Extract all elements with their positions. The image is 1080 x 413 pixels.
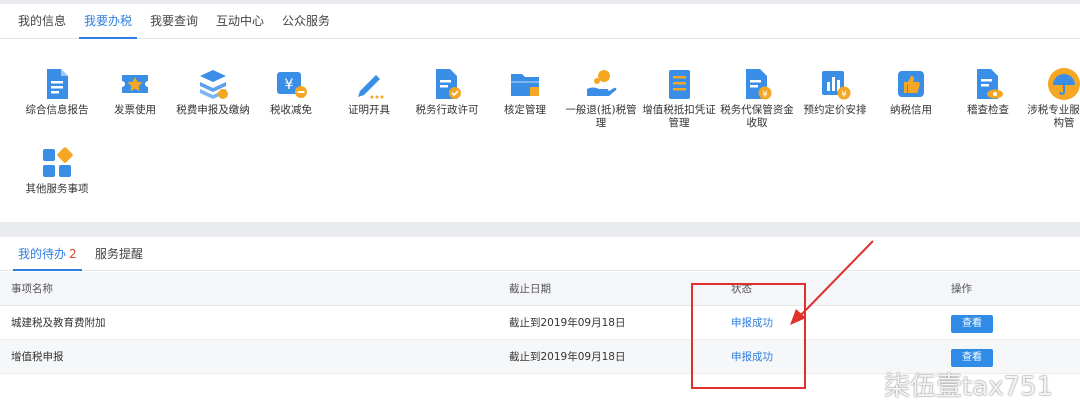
tab-public-service[interactable]: 公众服务 [277, 4, 335, 39]
document-yuan-icon: ¥ [746, 69, 772, 100]
service-vat-voucher[interactable]: 增值税抵扣凭证管理 [641, 67, 717, 130]
service-tax-declaration[interactable]: 税费申报及缴纳 [175, 67, 251, 117]
service-label: 其他服务事项 [25, 183, 89, 195]
service-certificate[interactable]: 证明开具 [331, 67, 407, 117]
folder-icon [511, 74, 539, 96]
service-label: 税费申报及缴纳 [176, 104, 250, 116]
grid-icon [43, 147, 73, 177]
service-label: 稽查检查 [967, 104, 1009, 116]
row-deadline: 截止到2019年09月18日 [509, 317, 626, 329]
row-item-name: 增值税申报 [11, 351, 64, 363]
service-professional-agency[interactable]: 涉税专业服务机构管 [1026, 67, 1080, 130]
watermark: 柒伍壹tax751 [846, 370, 1053, 404]
service-tax-reduction[interactable]: ¥ 税收减免 [253, 67, 329, 117]
hand-coin-icon [587, 70, 617, 96]
tab-query[interactable]: 我要查询 [145, 4, 203, 39]
svg-text:¥: ¥ [285, 77, 294, 93]
service-label: 税务代保管资金收取 [720, 104, 794, 129]
tab-interaction[interactable]: 互动中心 [211, 4, 269, 39]
service-invoice-use[interactable]: 发票使用 [97, 67, 173, 117]
document-icon [47, 69, 68, 99]
service-administrative-license[interactable]: 税务行政许可 [409, 67, 485, 117]
todo-tab-bar: 我的待办 2 服务提醒 [0, 237, 1080, 271]
service-label: 纳税信用 [890, 104, 932, 116]
document-eye-icon [977, 69, 1003, 99]
todo-count-badge: 2 [69, 247, 77, 261]
svg-text:¥: ¥ [841, 90, 847, 100]
service-label: 税收减免 [270, 104, 312, 116]
column-header-status: 状态 [731, 283, 752, 295]
tab-tax-handling[interactable]: 我要办税 [79, 4, 138, 39]
thumbs-up-icon [898, 71, 924, 97]
tab-my-info[interactable]: 我的信息 [13, 4, 71, 39]
service-label: 一般退(抵)税管理 [565, 104, 637, 129]
top-tab-bar: 我的信息 我要办税 我要查询 互动中心 公众服务 [0, 4, 1080, 39]
view-button[interactable]: 查看 [951, 349, 993, 367]
row-status: 申报成功 [731, 351, 773, 363]
service-label: 税务行政许可 [415, 104, 479, 116]
services-panel: 我的信息 我要办税 我要查询 互动中心 公众服务 综合信息报告 发票使用 税费申… [0, 4, 1080, 222]
pen-icon [358, 75, 384, 99]
service-label: 核定管理 [504, 104, 546, 116]
service-tax-refund[interactable]: 一般退(抵)税管理 [563, 67, 639, 130]
tab-my-todo[interactable]: 我的待办 2 [13, 237, 82, 271]
service-tax-credit[interactable]: 纳税信用 [873, 67, 949, 117]
umbrella-icon [1048, 68, 1080, 100]
column-header-deadline: 截止日期 [509, 283, 551, 295]
service-assessment-management[interactable]: 核定管理 [487, 67, 563, 117]
ledger-icon [669, 70, 690, 99]
view-button[interactable]: 查看 [951, 315, 993, 333]
table-row: 增值税申报 截止到2019年09月18日 申报成功 查看 [0, 340, 1080, 374]
column-header-name: 事项名称 [11, 283, 53, 295]
service-label: 发票使用 [114, 104, 156, 116]
service-label: 预约定价安排 [803, 104, 867, 116]
layers-icon [200, 70, 228, 99]
row-status: 申报成功 [731, 317, 773, 329]
yuan-minus-icon: ¥ [277, 72, 307, 98]
weibo-logo-icon [846, 376, 879, 401]
service-advance-pricing[interactable]: ¥ 预约定价安排 [797, 67, 873, 117]
watermark-text: 柒伍壹tax751 [884, 372, 1054, 402]
column-header-action: 操作 [951, 283, 972, 295]
table-header: 事项名称 截止日期 状态 操作 [0, 272, 1080, 306]
row-item-name: 城建税及教育费附加 [11, 317, 106, 329]
tab-service-reminder[interactable]: 服务提醒 [95, 237, 143, 271]
service-other[interactable]: 其他服务事项 [19, 146, 95, 196]
invoice-star-icon [122, 75, 148, 93]
table-row: 城建税及教育费附加 截止到2019年09月18日 申报成功 查看 [0, 306, 1080, 340]
service-comprehensive-report[interactable]: 综合信息报告 [19, 67, 95, 117]
service-label: 增值税抵扣凭证管理 [642, 104, 716, 129]
row-deadline: 截止到2019年09月18日 [509, 351, 626, 363]
service-inspection[interactable]: 稽查检查 [950, 67, 1026, 117]
tab-my-todo-label: 我的待办 [18, 247, 67, 261]
svg-text:¥: ¥ [762, 90, 768, 100]
chart-yuan-icon: ¥ [822, 71, 851, 100]
service-label: 涉税专业服务机构管 [1027, 104, 1080, 129]
service-label: 证明开具 [348, 104, 390, 116]
document-check-icon [436, 69, 461, 99]
service-fund-custody[interactable]: ¥ 税务代保管资金收取 [719, 67, 795, 130]
service-label: 综合信息报告 [25, 104, 89, 116]
